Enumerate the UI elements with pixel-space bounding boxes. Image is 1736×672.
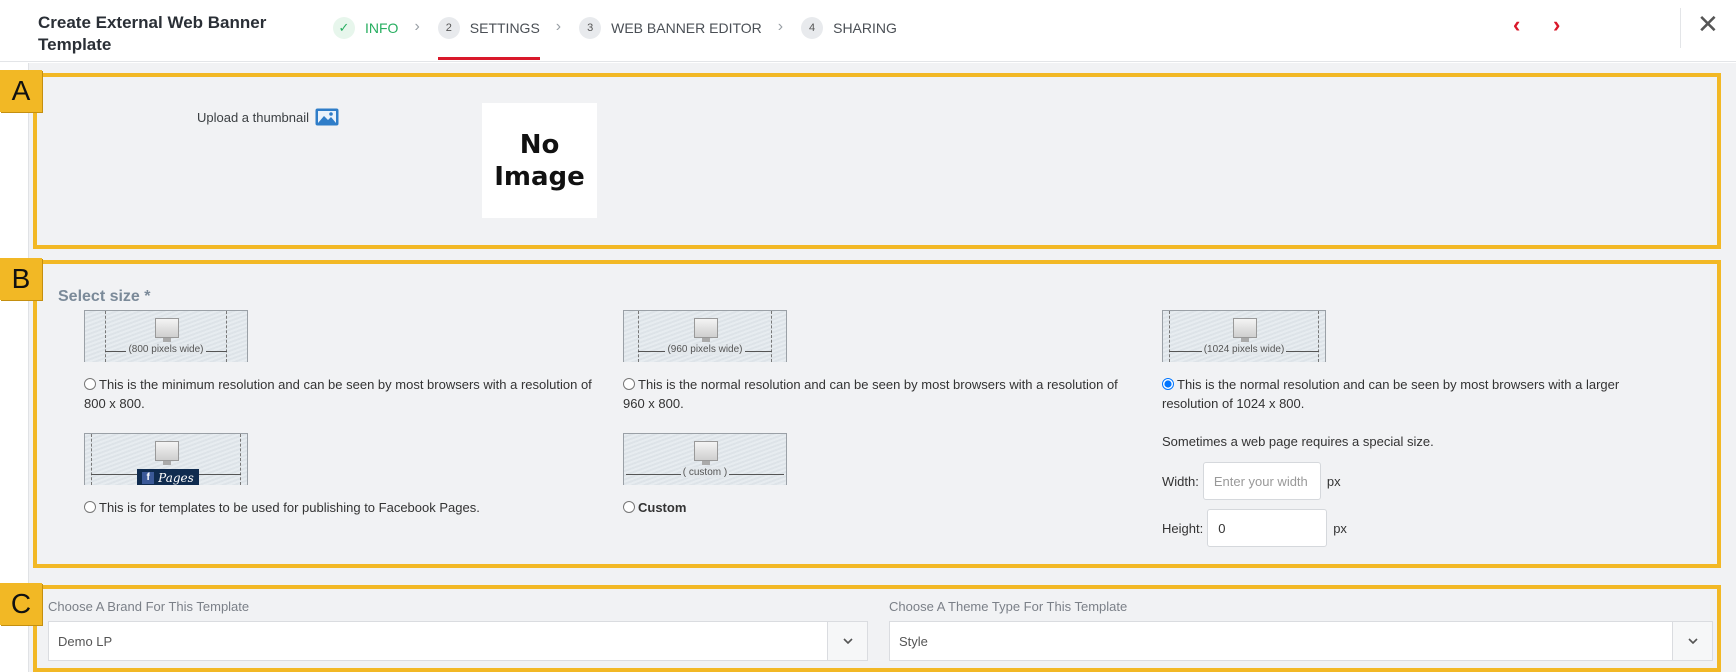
- chevron-right-icon: ›: [414, 18, 420, 35]
- height-row: Height: px: [1162, 509, 1347, 547]
- size-custom-radio[interactable]: [623, 501, 635, 513]
- size-960-preview[interactable]: (960 pixels wide): [623, 310, 787, 362]
- monitor-icon: [694, 441, 718, 465]
- size-800-preview[interactable]: (800 pixels wide): [84, 310, 248, 362]
- no-image-text-2: Image: [494, 161, 585, 192]
- check-icon: ✓: [333, 17, 355, 39]
- brand-select-value: Demo LP: [58, 633, 113, 649]
- step-web-banner-editor[interactable]: 3 WEB BANNER EDITOR: [579, 14, 762, 42]
- size-custom-preview[interactable]: ( custom ): [623, 433, 787, 485]
- special-size-text: Sometimes a web page requires a special …: [1162, 434, 1434, 449]
- theme-label: Choose A Theme Type For This Template: [889, 599, 1128, 614]
- height-input[interactable]: [1207, 509, 1328, 547]
- size-960-text: This is the normal resolution and can be…: [623, 377, 1118, 411]
- theme-select-value: Style: [899, 633, 928, 649]
- size-800-caption: (800 pixels wide): [126, 344, 206, 355]
- panel-a-frame: [33, 73, 1721, 249]
- annotation-label-a: A: [0, 70, 42, 112]
- step-number: 3: [579, 17, 602, 39]
- image-icon[interactable]: [315, 108, 339, 126]
- chevron-down-icon[interactable]: [827, 622, 867, 660]
- upload-thumbnail[interactable]: Upload a thumbnail: [197, 108, 339, 126]
- size-800-text: This is the minimum resolution and can b…: [84, 377, 592, 411]
- next-icon[interactable]: ›: [1553, 12, 1560, 38]
- monitor-icon: [155, 441, 179, 465]
- select-size-label: Select size *: [58, 288, 151, 305]
- size-960-radio[interactable]: [623, 378, 635, 390]
- page-title: Create External Web Banner Template: [38, 13, 267, 54]
- size-1024-preview[interactable]: (1024 pixels wide): [1162, 310, 1326, 362]
- upload-thumbnail-label: Upload a thumbnail: [197, 109, 310, 125]
- step-editor-label: WEB BANNER EDITOR: [611, 20, 762, 36]
- chevron-right-icon: ›: [777, 18, 784, 35]
- chevron-right-icon: ›: [555, 18, 562, 35]
- panel-b-frame: [33, 260, 1721, 568]
- monitor-icon: [1233, 318, 1257, 342]
- theme-select[interactable]: Style: [889, 621, 1713, 661]
- size-1024-caption: (1024 pixels wide): [1201, 344, 1287, 355]
- wizard-steps: ✓ INFO › 2 SETTINGS › 3 WEB BANNER EDITO…: [333, 14, 897, 62]
- size-facebook-preview[interactable]: f Pages: [84, 433, 248, 485]
- annotation-label-c: C: [0, 583, 42, 625]
- step-sharing-label: SHARING: [833, 20, 897, 36]
- step-number: 2: [437, 17, 460, 39]
- size-800-radio[interactable]: [84, 378, 96, 390]
- height-unit: px: [1333, 520, 1347, 536]
- facebook-pages-caption: Pages: [158, 470, 194, 485]
- header-bar: Create External Web Banner Template ✓ IN…: [0, 0, 1736, 62]
- brand-label: Choose A Brand For This Template: [48, 599, 250, 614]
- chevron-down-icon[interactable]: [1672, 622, 1712, 660]
- step-info-label: INFO: [365, 20, 399, 36]
- width-input[interactable]: [1202, 462, 1321, 500]
- facebook-icon: f: [142, 471, 155, 484]
- thumbnail-preview: No Image: [482, 103, 597, 218]
- size-1024-option[interactable]: This is the normal resolution and can be…: [1162, 375, 1662, 413]
- height-label: Height:: [1162, 520, 1204, 536]
- step-settings[interactable]: 2 SETTINGS: [437, 14, 540, 60]
- size-custom-option[interactable]: Custom: [623, 498, 823, 517]
- monitor-icon: [694, 318, 718, 342]
- step-sharing[interactable]: 4 SHARING: [801, 14, 897, 42]
- size-custom-caption: ( custom ): [680, 467, 730, 478]
- step-number: 4: [801, 17, 824, 39]
- step-info[interactable]: ✓ INFO: [333, 14, 398, 42]
- close-icon[interactable]: ✕: [1697, 9, 1719, 39]
- width-label: Width:: [1162, 473, 1199, 489]
- divider: [1680, 8, 1681, 48]
- previous-icon[interactable]: ‹: [1513, 12, 1520, 38]
- size-custom-text: Custom: [638, 500, 687, 515]
- annotation-label-b: B: [0, 258, 42, 300]
- size-facebook-option[interactable]: This is for templates to be used for pub…: [84, 498, 604, 517]
- size-960-option[interactable]: This is the normal resolution and can be…: [623, 375, 1143, 413]
- monitor-icon: [155, 318, 179, 342]
- size-facebook-radio[interactable]: [84, 501, 96, 513]
- facebook-pages-logo: f Pages: [137, 469, 199, 485]
- no-image-text-1: No: [519, 129, 560, 160]
- step-settings-label: SETTINGS: [469, 20, 540, 36]
- size-800-option[interactable]: This is the minimum resolution and can b…: [84, 375, 594, 413]
- size-1024-text: This is the normal resolution and can be…: [1162, 377, 1620, 411]
- size-1024-radio[interactable]: [1162, 378, 1174, 390]
- width-row: Width: px: [1162, 462, 1341, 500]
- width-unit: px: [1326, 473, 1341, 489]
- size-facebook-text: This is for templates to be used for pub…: [99, 500, 480, 515]
- brand-select[interactable]: Demo LP: [48, 621, 868, 661]
- size-960-caption: (960 pixels wide): [665, 344, 745, 355]
